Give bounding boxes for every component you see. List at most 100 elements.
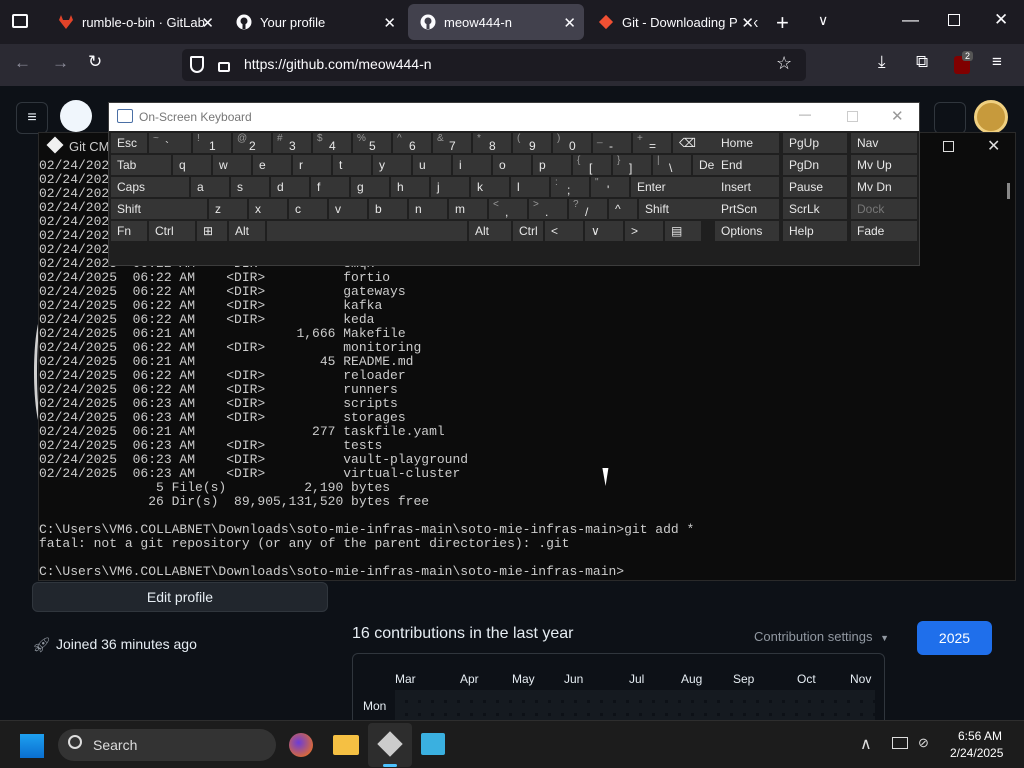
osk-key[interactable]: " '	[591, 177, 629, 197]
osk-key[interactable]: o	[493, 155, 531, 175]
osk-key[interactable]: Shift	[639, 199, 723, 219]
osk-key[interactable]: b	[369, 199, 407, 219]
osk-key[interactable]: (9	[513, 133, 551, 153]
tab-list-icon[interactable]	[12, 14, 28, 28]
osk-key[interactable]: d	[271, 177, 309, 197]
osk-nav-key[interactable]: PgDn	[783, 155, 847, 175]
osk-key[interactable]: $4	[313, 133, 351, 153]
close-icon[interactable]: ✕	[737, 14, 754, 32]
osk-key[interactable]: j	[431, 177, 469, 197]
osk-key[interactable]: c	[289, 199, 327, 219]
osk-title-bar[interactable]: On-Screen Keyboard — ✕	[109, 103, 919, 131]
osk-nav-key[interactable]: Insert	[715, 177, 779, 197]
osk-key[interactable]: g	[351, 177, 389, 197]
osk-key[interactable]: <	[545, 221, 583, 241]
osk-key[interactable]: <,	[489, 199, 527, 219]
menu-icon[interactable]: ≡	[992, 52, 1002, 72]
url-bar[interactable]: https://github.com/meow444-n ☆	[182, 49, 806, 81]
osk-key[interactable]: k	[471, 177, 509, 197]
osk-key[interactable]: Alt	[469, 221, 511, 241]
github-logo-icon[interactable]	[60, 100, 92, 132]
git-cmd-task-icon[interactable]	[368, 723, 412, 767]
osk-key[interactable]: ? /	[569, 199, 607, 219]
osk-key[interactable]: a	[191, 177, 229, 197]
close-icon[interactable]: ✕	[987, 136, 1000, 156]
osk-key[interactable]: t	[333, 155, 371, 175]
maximize-icon[interactable]	[847, 111, 858, 122]
restore-icon[interactable]	[948, 14, 960, 26]
firefox-icon[interactable]	[289, 733, 313, 757]
osk-key[interactable]: Caps	[111, 177, 189, 197]
osk-key[interactable]: ~ `	[149, 133, 191, 153]
tab-your-profile[interactable]: Your profile ✕	[224, 4, 404, 40]
on-screen-keyboard[interactable]: On-Screen Keyboard — ✕ Esc ~ `! 1 @2 #3 $4% 5 ^ 6…	[108, 102, 920, 266]
osk-key[interactable]: s	[231, 177, 269, 197]
osk-key[interactable]: p	[533, 155, 571, 175]
osk-key[interactable]: & 7	[433, 133, 471, 153]
year-button-2025[interactable]: 2025	[917, 621, 992, 655]
osk-nav-key[interactable]: Dock	[851, 199, 917, 219]
network-icon[interactable]	[892, 737, 908, 749]
osk-key[interactable]: Shift	[111, 199, 207, 219]
osk-nav-key[interactable]: PgUp	[783, 133, 847, 153]
osk-key[interactable]: v	[329, 199, 367, 219]
bookmark-star-icon[interactable]: ☆	[776, 53, 792, 74]
osk-key[interactable]: Tab	[111, 155, 171, 175]
tab-git-download[interactable]: Git - Downloading Pack ✕	[586, 4, 762, 40]
shield-icon[interactable]	[190, 56, 204, 73]
avatar[interactable]	[974, 100, 1008, 134]
clock-time[interactable]: 6:56 AM	[958, 729, 1002, 743]
reload-icon[interactable]: ↻	[88, 52, 102, 72]
osk-nav-key[interactable]: Mv Up	[851, 155, 917, 175]
osk-nav-key[interactable]: Pause	[783, 177, 847, 197]
osk-task-icon[interactable]	[421, 733, 445, 755]
osk-key[interactable]: ▤	[665, 221, 701, 241]
osk-key[interactable]: ∨	[585, 221, 623, 241]
osk-nav-key[interactable]: Options	[715, 221, 779, 241]
osk-key[interactable]: l	[511, 177, 549, 197]
osk-key[interactable]: ⊞	[197, 221, 227, 241]
close-icon[interactable]: ✕	[201, 14, 214, 32]
extensions-icon[interactable]: ⧉	[916, 52, 928, 72]
close-icon[interactable]: ✕	[891, 107, 904, 125]
tab-meow444[interactable]: meow444-n ✕	[408, 4, 584, 40]
osk-key[interactable]: x	[249, 199, 287, 219]
osk-key[interactable]: r	[293, 155, 331, 175]
osk-nav-key[interactable]: End	[715, 155, 779, 175]
osk-key[interactable]: z	[209, 199, 247, 219]
osk-key[interactable]: Ctrl	[513, 221, 543, 241]
osk-key[interactable]: h	[391, 177, 429, 197]
osk-nav-key[interactable]: Nav	[851, 133, 917, 153]
close-window-icon[interactable]: ✕	[994, 10, 1008, 30]
osk-key[interactable]: Esc	[111, 133, 147, 153]
osk-key[interactable]: ^ 6	[393, 133, 431, 153]
osk-key[interactable]: u	[413, 155, 451, 175]
osk-key[interactable]	[267, 221, 467, 241]
osk-key[interactable]: ^	[609, 199, 637, 219]
osk-key[interactable]: >	[625, 221, 663, 241]
osk-key[interactable]: e	[253, 155, 291, 175]
osk-key[interactable]: % 5	[353, 133, 391, 153]
chevron-down-icon[interactable]: ∨	[818, 12, 828, 29]
osk-nav-key[interactable]: Help	[783, 221, 847, 241]
tab-gitlab[interactable]: rumble-o-bin · GitLab ✕	[46, 4, 222, 40]
volume-muted-icon[interactable]: ⊘	[918, 735, 929, 751]
osk-key[interactable]: >.	[529, 199, 567, 219]
minimize-icon[interactable]: —	[902, 10, 919, 30]
search-box[interactable]: Search	[58, 729, 276, 761]
osk-nav-key[interactable]: PrtScn	[715, 199, 779, 219]
new-tab-icon[interactable]: +	[776, 10, 789, 36]
osk-key[interactable]: ! 1	[193, 133, 231, 153]
close-icon[interactable]: ✕	[563, 14, 576, 32]
osk-nav-key[interactable]: ScrLk	[783, 199, 847, 219]
osk-key[interactable]: Alt	[229, 221, 265, 241]
osk-key[interactable]: ⌫	[673, 133, 719, 153]
osk-key[interactable]: + =	[633, 133, 671, 153]
osk-key[interactable]: m	[449, 199, 487, 219]
osk-key[interactable]: w	[213, 155, 251, 175]
osk-key[interactable]: {[	[573, 155, 611, 175]
osk-nav-key[interactable]: Mv Dn	[851, 177, 917, 197]
osk-key[interactable]: ) 0	[553, 133, 591, 153]
osk-key[interactable]: Ctrl	[149, 221, 195, 241]
osk-key[interactable]: y	[373, 155, 411, 175]
